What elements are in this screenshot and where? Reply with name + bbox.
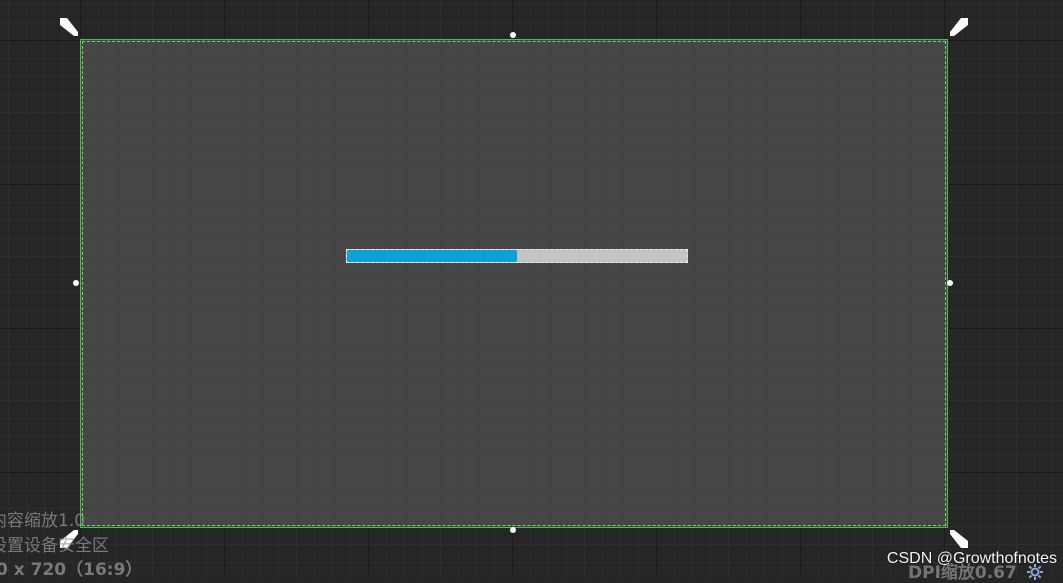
designer-viewport[interactable]: 内容缩放1.0 设置设备安全区 0 x 720（16:9） DPI缩放0.67 … <box>0 0 1063 583</box>
widget-canvas[interactable] <box>80 39 948 528</box>
anchor-handle-top-right-icon[interactable] <box>948 16 970 38</box>
resize-handle-top[interactable] <box>510 32 516 38</box>
resize-handle-bottom[interactable] <box>510 527 516 533</box>
content-scale-label: 内容缩放1.0 <box>0 511 86 531</box>
progress-bar[interactable] <box>346 249 688 263</box>
safe-zone-label[interactable]: 设置设备安全区 <box>0 535 109 557</box>
watermark-text: CSDN @Growthofnotes <box>886 550 1057 567</box>
resolution-label: 0 x 720（16:9） <box>0 560 143 580</box>
resize-handle-left[interactable] <box>73 280 79 286</box>
anchor-handle-bottom-right-icon[interactable] <box>948 528 970 550</box>
progress-bar-fill <box>347 250 517 262</box>
anchor-handle-top-left-icon[interactable] <box>58 16 80 38</box>
resize-handle-right[interactable] <box>947 280 953 286</box>
